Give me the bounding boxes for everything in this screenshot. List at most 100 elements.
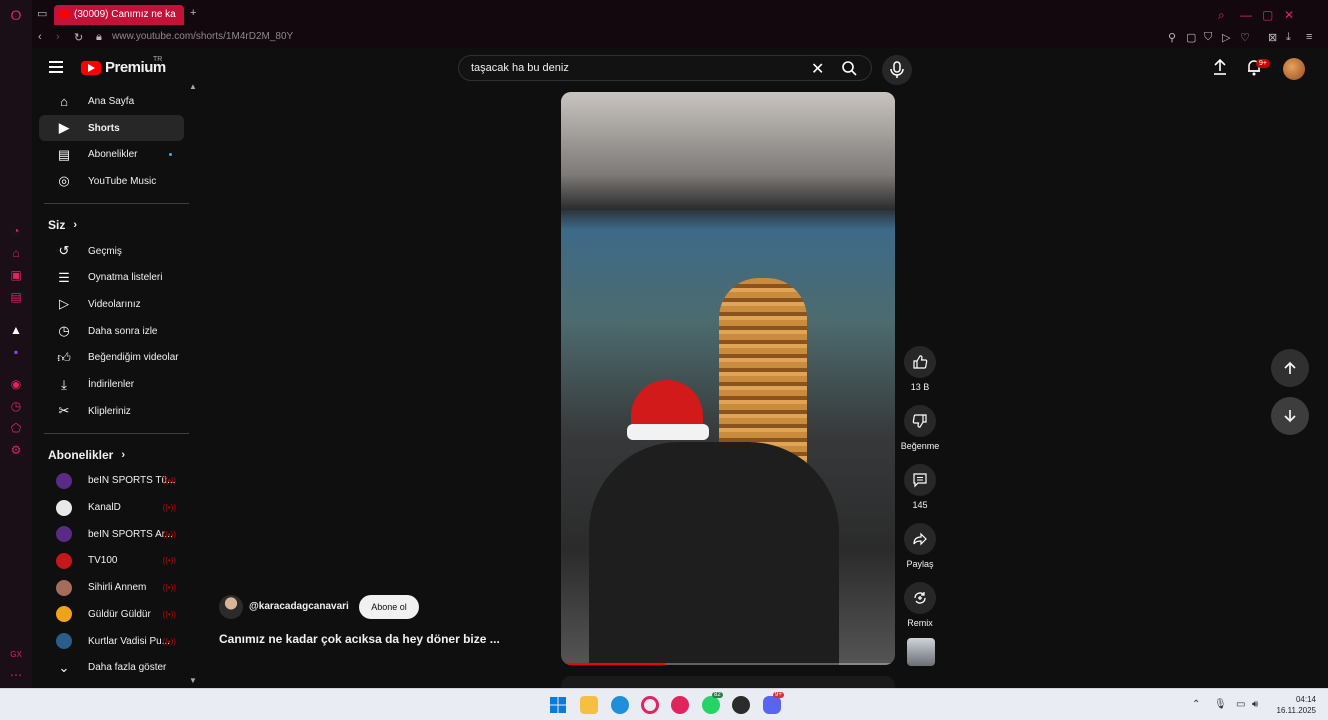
heart-icon[interactable]: ♡ (1240, 31, 1250, 44)
menu-icon[interactable] (49, 61, 63, 73)
sidebar-item-youtube-music[interactable]: ◎ YouTube Music (39, 168, 184, 195)
subscription-channel[interactable]: Kurtlar Vadisi Pu... ((•)) (39, 628, 184, 655)
channel-avatar (56, 472, 72, 489)
short-video-player[interactable] (561, 92, 895, 665)
workspace-icon[interactable]: ▲ (9, 323, 23, 337)
like-button[interactable]: 13 B (898, 346, 942, 405)
clock-date: 16.11.2025 (1276, 706, 1316, 715)
sidebar-item-liked-videos[interactable]: 👍︎ Beğendiğim videolar (39, 345, 184, 372)
you-heading-label: Siz (48, 217, 66, 232)
subscriptions-section-heading[interactable]: Abonelikler › (32, 442, 192, 468)
share-button[interactable]: Paylaş (898, 523, 942, 582)
search-input[interactable]: taşacak ha bu deniz (471, 62, 569, 74)
settings-icon[interactable]: ⚙ (9, 443, 23, 457)
sidebar-scroll-down-icon[interactable]: ▼ (189, 676, 197, 685)
subscribe-button[interactable]: Abone ol (359, 595, 419, 619)
sidebar-item-playlists[interactable]: ☰ Oynatma listeleri (39, 264, 184, 291)
tab-menu-icon[interactable]: ▭ (37, 7, 47, 20)
url-text[interactable]: www.youtube.com/shorts/1M4rD2M_80Y (112, 31, 293, 42)
sidebar-item-history[interactable]: ↺ Geçmiş (39, 238, 184, 265)
file-explorer-icon[interactable] (580, 696, 598, 714)
forward-icon[interactable]: › (56, 31, 60, 43)
dislike-button[interactable]: Beğenme (898, 405, 942, 464)
previous-short-button[interactable] (1271, 349, 1309, 387)
instagram-icon[interactable]: ▣ (9, 268, 23, 282)
channel-handle[interactable]: @karacadagcanavari (249, 601, 349, 612)
easy-setup-icon[interactable]: ≡ (1306, 31, 1312, 43)
sidebar-item-watch-later[interactable]: ◷ Daha sonra izle (39, 318, 184, 345)
snapshot-icon[interactable]: ▢ (1186, 31, 1196, 44)
gx-icon[interactable]: GX (9, 648, 23, 662)
watch-later-icon: ◷ (58, 323, 70, 339)
sidebar-item-shorts[interactable]: ▶ Shorts (39, 114, 184, 142)
sound-source-thumbnail[interactable] (907, 638, 935, 666)
youtube-logo[interactable]: Premium TR (81, 56, 166, 76)
subscription-channel[interactable]: Sihirli Annem ((•)) (39, 574, 184, 601)
download-icon: ⤓ (61, 376, 67, 392)
reload-icon[interactable]: ↻ (74, 31, 83, 44)
windows-start-icon[interactable] (549, 696, 567, 714)
network-icon[interactable]: ▭ (1236, 699, 1245, 710)
wallet-icon[interactable]: ⊠ (1268, 31, 1277, 44)
subscription-channel[interactable]: beIN SPORTS Ar... ((•)) (39, 521, 184, 548)
back-icon[interactable]: ‹ (38, 31, 42, 43)
minimize-icon[interactable]: — (1240, 8, 1252, 22)
sidebar-scroll-up-icon[interactable]: ▲ (189, 82, 197, 91)
tray-overflow-icon[interactable]: ⌃ (1192, 699, 1200, 710)
subscription-channel[interactable]: Güldür Güldür ((•)) (39, 601, 184, 628)
volume-icon[interactable]: 🔊︎ (1252, 699, 1258, 710)
video-progress-bar[interactable] (561, 663, 895, 665)
edge-icon[interactable] (611, 696, 629, 714)
sidebar-item-clips[interactable]: ✂ Klipleriniz (39, 398, 184, 425)
remix-button[interactable]: Remix (898, 582, 942, 641)
subscription-channel[interactable]: KanalD ((•)) (39, 494, 184, 521)
shield-icon[interactable]: ⛉ (1204, 31, 1212, 44)
like-icon: 👍︎ (57, 349, 71, 365)
clock[interactable]: 04:14 16.11.2025 (1277, 694, 1316, 716)
opera-gx-icon[interactable] (641, 696, 659, 714)
upload-icon[interactable] (1212, 58, 1228, 76)
whatsapp-icon[interactable] (702, 696, 720, 714)
music-player-icon[interactable] (671, 696, 689, 714)
twitch-icon[interactable]: ▪ (9, 345, 23, 359)
new-content-dot (169, 153, 172, 157)
sidebar-item-subscriptions[interactable]: ▤ Abonelikler (39, 141, 184, 168)
sidebar-item-home[interactable]: ⌂ Ana Sayfa (39, 88, 184, 115)
new-tab-icon[interactable]: + (190, 7, 196, 19)
search-icon[interactable] (841, 60, 857, 76)
voice-search-button[interactable] (882, 55, 912, 85)
next-short-button[interactable] (1271, 397, 1309, 435)
sidebar-item-your-videos[interactable]: ▷ Videolarınız (39, 291, 184, 318)
subscription-channel[interactable]: TV100 ((•)) (39, 548, 184, 575)
discord-icon[interactable] (763, 696, 781, 714)
comments-button[interactable]: 145 (898, 464, 942, 523)
extensions-icon[interactable]: ⬠ (9, 421, 23, 435)
history-side-icon[interactable]: ◷ (9, 399, 23, 413)
microphone-tray-icon[interactable]: 🎙︎ (1214, 699, 1227, 710)
sidebar-item-downloads[interactable]: ⤓ İndirilenler (39, 371, 184, 398)
channel-avatar[interactable] (219, 595, 243, 619)
aria-icon[interactable]: ◔ (9, 224, 23, 238)
search-tabs-icon[interactable]: ⌕ (1218, 8, 1225, 23)
show-more-button[interactable]: ⌄ Daha fazla göster (39, 654, 184, 681)
active-tab[interactable]: (30009) Canımız ne ka (54, 5, 184, 25)
player-icon[interactable]: ◉ (9, 377, 23, 391)
messenger-icon[interactable]: ⌂ (9, 246, 23, 260)
app-icon[interactable] (732, 696, 750, 714)
short-title[interactable]: Canımız ne kadar çok acıksa da hey döner… (219, 632, 500, 646)
chevron-down-icon: ⌄ (58, 659, 70, 675)
opera-logo-icon[interactable]: O (9, 8, 23, 22)
show-more-label: Daha fazla göster (88, 662, 167, 674)
more-icon[interactable]: ⋯ (9, 668, 23, 682)
close-window-icon[interactable]: ✕ (1284, 8, 1294, 22)
subscription-channel[interactable]: beIN SPORTS Tü... ((•)) (39, 468, 184, 495)
search-box[interactable]: taşacak ha bu deniz ✕ (458, 55, 872, 81)
vk-icon[interactable]: ▤ (9, 290, 23, 304)
account-avatar[interactable] (1283, 58, 1305, 80)
play-ext-icon[interactable]: ▷ (1222, 31, 1230, 44)
pin-icon[interactable]: ⚲ (1168, 31, 1176, 44)
you-section-heading[interactable]: Siz › (32, 212, 192, 238)
maximize-icon[interactable]: ▢ (1262, 8, 1273, 22)
clear-search-icon[interactable]: ✕ (811, 59, 824, 79)
download-icon[interactable]: ⤓ (1286, 31, 1291, 44)
